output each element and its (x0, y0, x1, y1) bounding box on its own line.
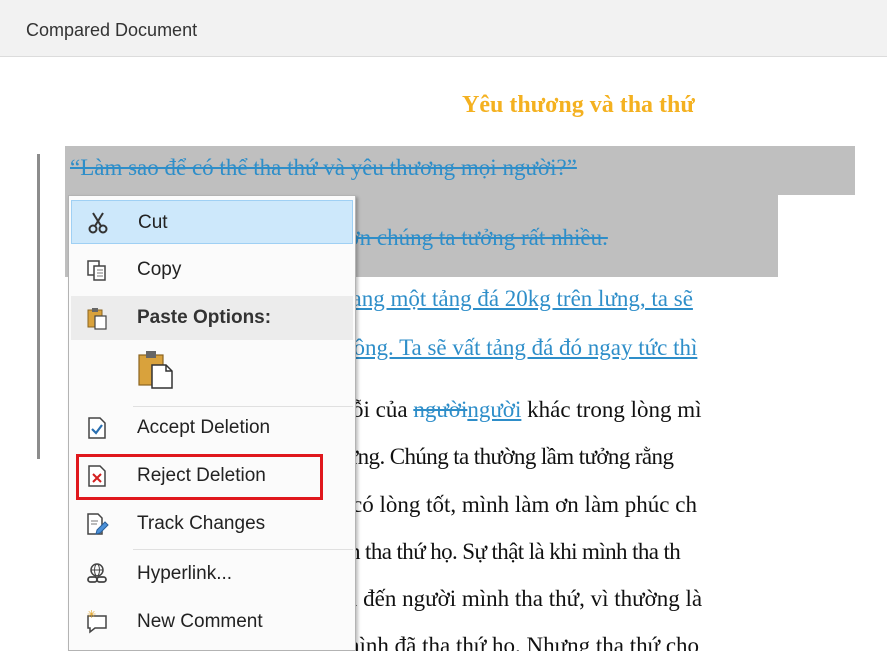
menu-item-copy[interactable]: Copy (71, 248, 353, 292)
accept-change-icon (85, 416, 109, 440)
paste-icon (85, 306, 109, 330)
menu-item-hyperlink[interactable]: Hyperlink... (71, 552, 353, 596)
body-line: lưng. Chúng ta thường lầm tưởng rằng (340, 444, 674, 469)
paste-options-header: Paste Options: (71, 296, 353, 340)
context-menu: Cut Copy Paste Options: Accept Deletion … (68, 195, 356, 651)
menu-item-new-comment[interactable]: ✳ New Comment (71, 600, 353, 644)
inserted-line: hông. Ta sẽ vất tảng đá đó ngay tức thì (342, 335, 698, 360)
body-line: h tha thứ họ. Sự thật là khi mình tha th (349, 539, 681, 564)
menu-item-track-changes[interactable]: Track Changes (71, 502, 353, 546)
window-title: Compared Document (26, 20, 198, 40)
scissors-icon (86, 211, 110, 235)
menu-item-label: Cut (138, 212, 168, 233)
hyperlink-icon (85, 562, 109, 586)
body-line: nình đã tha thứ họ. Nhưng tha thứ cho (348, 633, 700, 651)
copy-icon (85, 258, 109, 282)
inserted-line: nang một tảng đá 20kg trên lưng, ta sẽ (340, 286, 693, 311)
paste-keep-text-icon[interactable] (135, 348, 177, 390)
reject-deletion-highlight (76, 454, 323, 500)
deleted-line: hơn chúng ta tưởng rất nhiều. (336, 225, 608, 250)
body-line: ỗi của ngườingười khác trong lòng mì (352, 397, 702, 422)
window-title-bar: Compared Document (0, 0, 887, 57)
body-line: có lòng tốt, mình làm ơn làm phúc ch (352, 492, 697, 517)
menu-separator (133, 549, 353, 550)
menu-item-label: New Comment (137, 611, 263, 632)
deleted-word: người (413, 397, 468, 422)
body-line: ì đến người mình tha thứ, vì thường là (351, 586, 703, 611)
track-changes-icon (85, 512, 109, 536)
new-comment-icon: ✳ (85, 608, 109, 634)
menu-item-label: Accept Deletion (137, 417, 271, 438)
menu-item-label: Paste Options: (137, 307, 272, 328)
svg-text:✳: ✳ (87, 610, 96, 621)
menu-item-accept-deletion[interactable]: Accept Deletion (71, 406, 353, 450)
deleted-line: “Làm sao để có thể tha thứ và yêu thương… (70, 155, 577, 180)
menu-item-cut[interactable]: Cut (71, 200, 353, 244)
change-bar (37, 154, 40, 459)
menu-item-label: Track Changes (137, 513, 266, 534)
menu-item-label: Copy (137, 259, 182, 280)
document-title: Yêu thương và tha thứ (462, 92, 695, 118)
inserted-word: người (467, 397, 522, 422)
menu-item-label: Hyperlink... (137, 563, 233, 584)
